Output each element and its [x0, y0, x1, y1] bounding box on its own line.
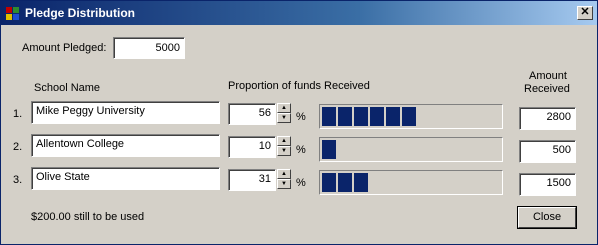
progress-block: [354, 107, 368, 126]
progress-block: [338, 173, 352, 192]
amount-pledged-label: Amount Pledged:: [22, 42, 107, 54]
progress-block: [322, 140, 336, 159]
progress-fill: [322, 173, 368, 192]
amount-received-field[interactable]: 2800: [519, 107, 576, 130]
spin-down-icon[interactable]: ▼: [277, 146, 291, 156]
spin-down-icon[interactable]: ▼: [277, 179, 291, 189]
app-icon: [6, 7, 19, 20]
spin-down-icon[interactable]: ▼: [277, 113, 291, 123]
row-index: 2.: [13, 141, 23, 153]
progress-block: [354, 173, 368, 192]
percent-field[interactable]: 56: [228, 103, 276, 125]
spin-up-icon[interactable]: ▲: [277, 103, 291, 113]
amount-received-header-line2: Received: [524, 83, 570, 95]
amount-received-header-line1: Amount: [529, 70, 567, 82]
progress-block: [322, 173, 336, 192]
school-name-header: School Name: [34, 82, 101, 94]
progress-bar: [319, 137, 503, 162]
percent-sign: %: [296, 111, 306, 123]
dialog-window: Pledge Distribution ✕ Amount Pledged: 50…: [0, 0, 598, 245]
progress-block: [402, 107, 416, 126]
amount-received-field[interactable]: 500: [519, 140, 576, 163]
window-title: Pledge Distribution: [25, 6, 136, 20]
school-name-field[interactable]: Olive State: [31, 167, 220, 190]
amount-pledged-field[interactable]: 5000: [113, 37, 185, 59]
progress-bar: [319, 170, 503, 195]
proportion-header: Proportion of funds Received: [228, 80, 370, 92]
percent-stepper[interactable]: ▲ ▼: [277, 103, 291, 123]
school-name-field[interactable]: Mike Peggy University: [31, 101, 220, 124]
progress-bar: [319, 104, 503, 129]
percent-field[interactable]: 31: [228, 169, 276, 191]
amount-received-field[interactable]: 1500: [519, 173, 576, 196]
school-name-field[interactable]: Allentown College: [31, 134, 220, 157]
percent-field[interactable]: 10: [228, 136, 276, 158]
status-text: $200.00 still to be used: [31, 211, 145, 223]
percent-sign: %: [296, 177, 306, 189]
progress-block: [322, 107, 336, 126]
row-index: 1.: [13, 108, 23, 120]
progress-block: [386, 107, 400, 126]
percent-sign: %: [296, 144, 306, 156]
spin-up-icon[interactable]: ▲: [277, 136, 291, 146]
close-button[interactable]: Close: [518, 207, 576, 228]
progress-block: [370, 107, 384, 126]
close-icon: ✕: [580, 6, 590, 18]
progress-fill: [322, 140, 336, 159]
percent-stepper[interactable]: ▲ ▼: [277, 136, 291, 156]
spin-up-icon[interactable]: ▲: [277, 169, 291, 179]
row-index: 3.: [13, 174, 23, 186]
title-bar[interactable]: Pledge Distribution ✕: [1, 1, 597, 25]
percent-stepper[interactable]: ▲ ▼: [277, 169, 291, 189]
progress-fill: [322, 107, 416, 126]
close-window-button[interactable]: ✕: [577, 6, 593, 20]
progress-block: [338, 107, 352, 126]
